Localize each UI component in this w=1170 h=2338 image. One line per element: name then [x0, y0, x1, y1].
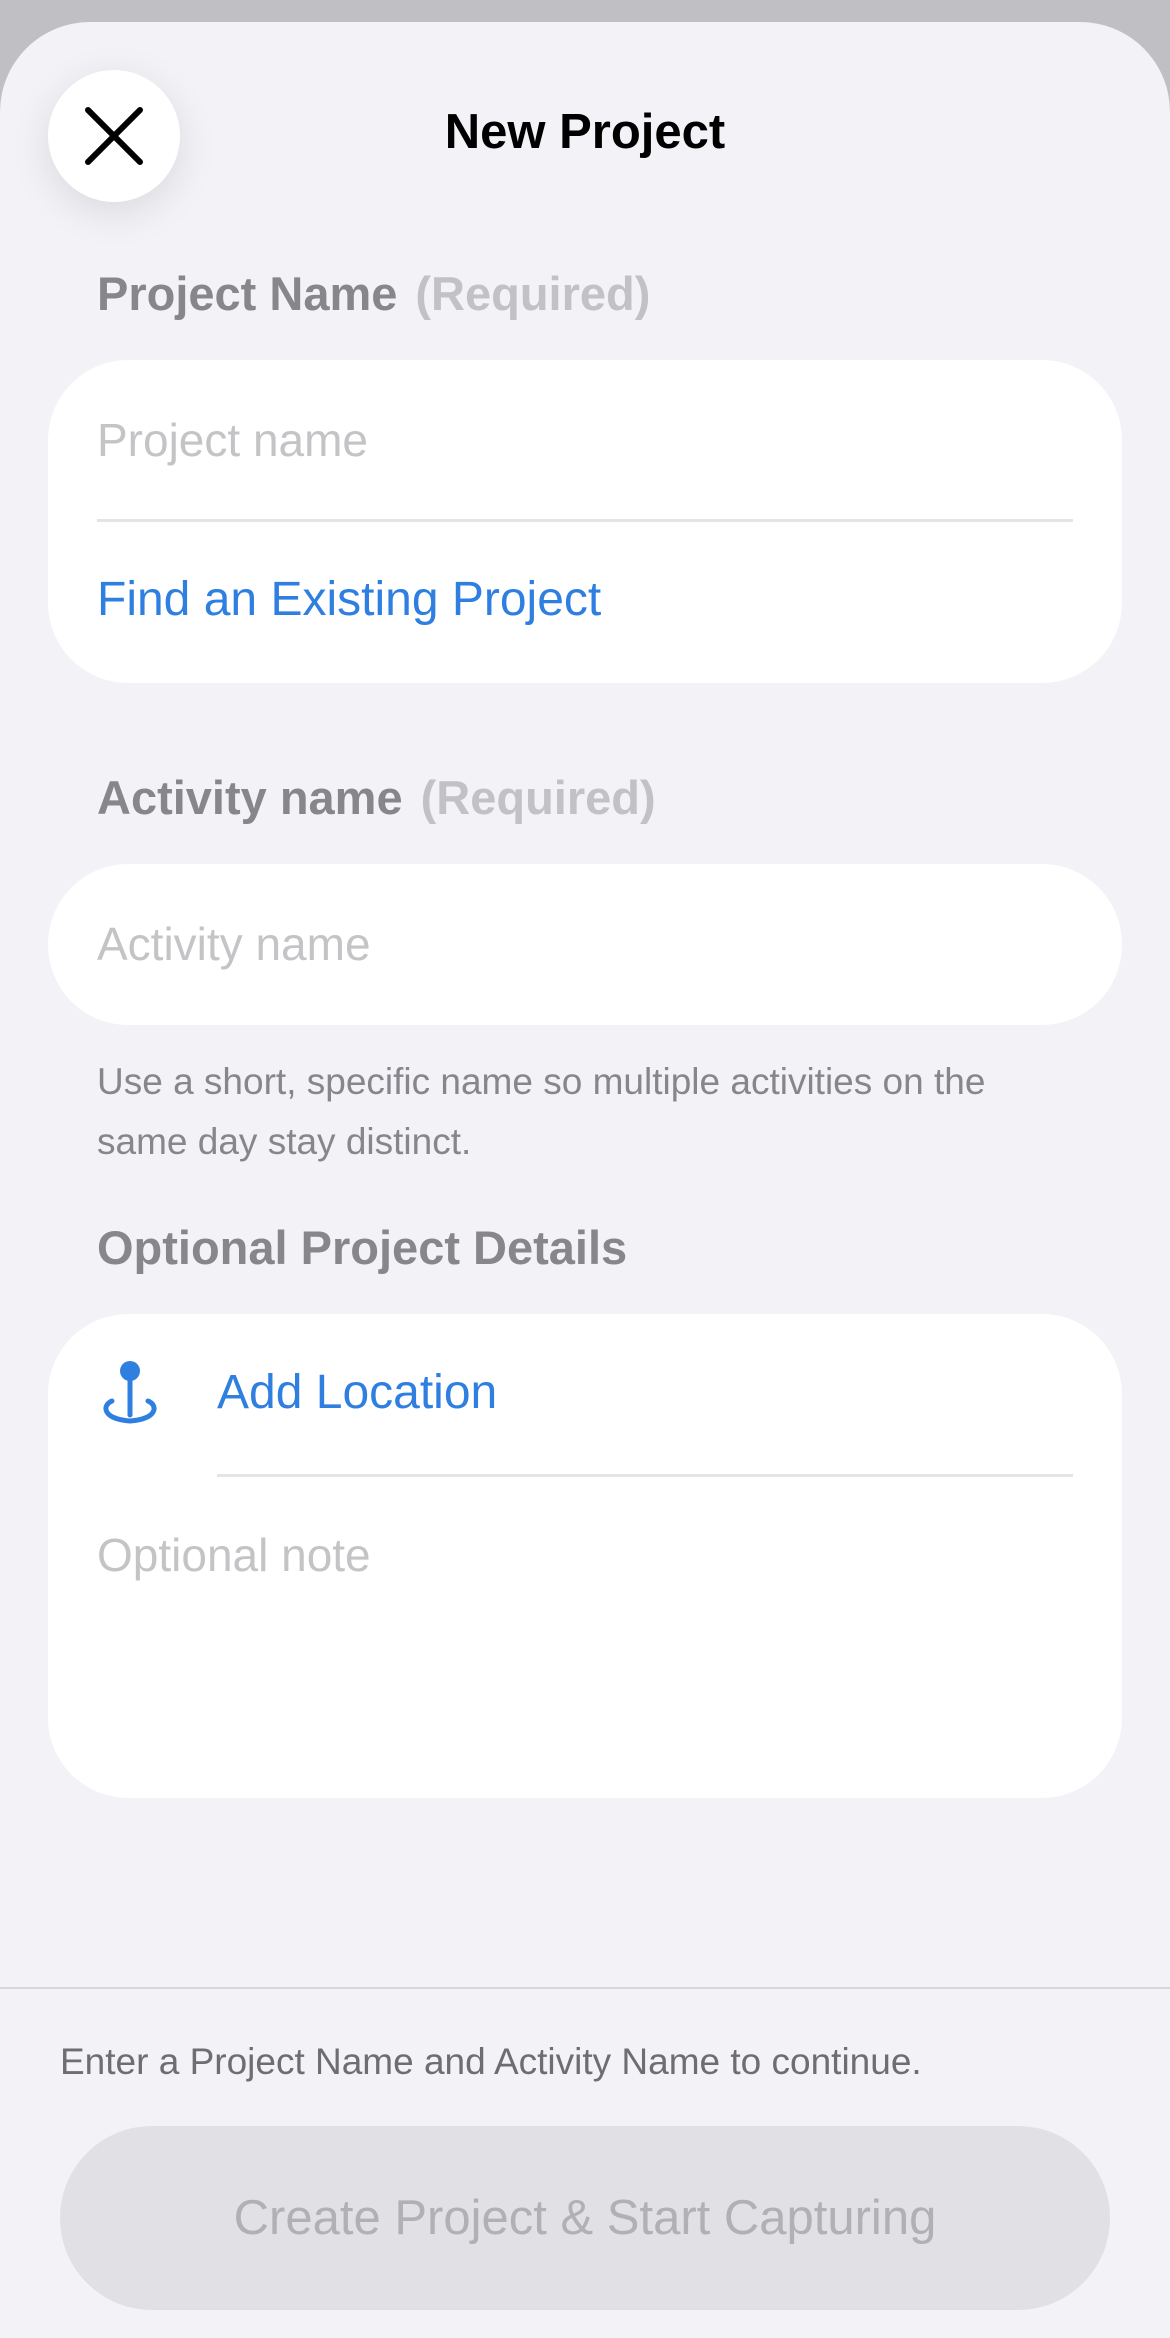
project-name-label-text: Project Name	[97, 267, 398, 320]
required-indicator: (Required)	[420, 771, 656, 824]
activity-name-label-text: Activity name	[97, 771, 403, 824]
create-project-button[interactable]: Create Project & Start Capturing	[60, 2126, 1110, 2310]
required-indicator: (Required)	[415, 267, 651, 320]
activity-name-hint: Use a short, specific name so multiple a…	[97, 1061, 986, 1162]
project-name-card: Find an Existing Project	[48, 360, 1122, 683]
new-project-sheet: New Project Project Name (Required) Find …	[0, 22, 1170, 2338]
add-location-link[interactable]: Add Location	[217, 1365, 497, 1420]
optional-note-input[interactable]	[97, 1528, 1073, 1748]
find-existing-project-link[interactable]: Find an Existing Project	[97, 572, 601, 627]
page-title: New Project	[444, 105, 726, 159]
optional-details-label: Optional Project Details	[97, 1221, 628, 1274]
divider	[217, 1474, 1073, 1477]
activity-name-card	[48, 864, 1122, 1025]
activity-name-input[interactable]	[97, 912, 1073, 976]
project-name-label: Project Name (Required)	[97, 266, 650, 321]
add-location-row[interactable]: Add Location	[48, 1314, 1122, 1475]
footer: Enter a Project Name and Activity Name t…	[0, 1987, 1170, 2338]
activity-name-label: Activity name (Required)	[97, 770, 656, 825]
optional-details-card: Add Location	[48, 1314, 1122, 1798]
divider	[97, 519, 1073, 522]
location-pin-icon	[103, 1361, 157, 1424]
project-name-input[interactable]	[97, 408, 1073, 472]
footer-hint: Enter a Project Name and Activity Name t…	[60, 2041, 922, 2082]
